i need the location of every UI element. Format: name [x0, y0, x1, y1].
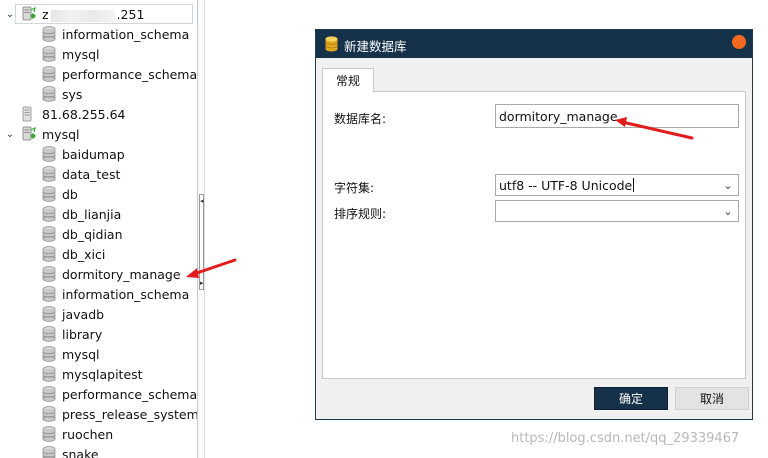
tree-db-db-xici[interactable]: db_xici — [0, 244, 197, 264]
annotation-arrow-tree — [186, 258, 237, 278]
database-icon — [42, 266, 56, 282]
tree-item-label: sys — [62, 87, 83, 102]
redacted-text — [50, 9, 115, 22]
tree-db-db[interactable]: db — [0, 184, 197, 204]
tree-item-label: press_release_system — [62, 407, 197, 422]
tree-db-information-schema[interactable]: information_schema — [0, 284, 197, 304]
tree-db-javadb[interactable]: javadb — [0, 304, 197, 324]
tree-db-press-release-system[interactable]: press_release_system — [0, 404, 197, 424]
tree-item-label: mysql — [62, 47, 100, 62]
tree-item-label: mysql — [62, 347, 100, 362]
chevron-down-icon[interactable]: ⌄ — [722, 204, 734, 218]
connection-label-prefix: z — [42, 7, 49, 22]
close-button[interactable] — [732, 35, 746, 49]
database-icon — [42, 86, 56, 102]
tree-item-label: javadb — [62, 307, 105, 322]
database-icon — [42, 306, 56, 322]
tree-db-sys[interactable]: sys — [0, 84, 197, 104]
connection-tree: ⌄ z .251 information_schema mysql performance… — [0, 0, 197, 458]
chevron-down-icon[interactable]: ⌄ — [722, 178, 734, 192]
database-icon — [42, 146, 56, 162]
tree-db-performance-schema[interactable]: performance_schema — [0, 384, 197, 404]
database-icon — [42, 426, 56, 442]
chevron-down-icon[interactable]: ⌄ — [4, 128, 16, 140]
tree-connection-plain[interactable]: 81.68.255.64 — [0, 104, 197, 124]
cancel-button[interactable]: 取消 — [675, 387, 749, 410]
tab-general[interactable]: 常规 — [322, 68, 374, 92]
tree-db-performance-schema[interactable]: performance_schema — [0, 64, 197, 84]
database-icon — [42, 26, 56, 42]
tree-db-information-schema[interactable]: information_schema — [0, 24, 197, 44]
tree-item-label: snake — [62, 447, 99, 458]
charset-value: utf8 -- UTF-8 Unicode — [499, 177, 633, 193]
collapse-left-icon[interactable]: ◂ — [200, 197, 204, 205]
server-icon — [19, 106, 33, 122]
connection-label: 81.68.255.64 — [42, 107, 126, 122]
pane-splitter[interactable]: ◂ ▸ — [197, 0, 205, 458]
tree-item-label: db_lianjia — [62, 207, 122, 222]
chevron-down-icon[interactable]: ⌄ — [4, 8, 16, 20]
tree-item-label: performance_schema — [62, 387, 197, 402]
tree-db-mysql[interactable]: mysql — [0, 344, 197, 364]
tree-item-label: baidumap — [62, 147, 125, 162]
tree-db-mysql[interactable]: mysql — [0, 44, 197, 64]
tree-item-label: db_xici — [62, 247, 106, 262]
tree-item-label: db — [62, 187, 78, 202]
new-database-dialog: 新建数据库 常规 数据库名: dormitory_manage 字符集: utf… — [315, 29, 753, 420]
database-icon — [42, 346, 56, 362]
server-connected-icon — [21, 6, 36, 22]
tree-db-dormitory-manage[interactable]: dormitory_manage — [0, 264, 197, 284]
tree-item-label: mysqlapitest — [62, 367, 143, 382]
tree-item-label: ruochen — [62, 427, 114, 442]
database-icon — [42, 286, 56, 302]
charset-select[interactable]: utf8 -- UTF-8 Unicode ⌄ — [495, 174, 739, 196]
annotation-arrow-dialog — [615, 117, 694, 140]
database-icon — [42, 66, 56, 82]
server-connected-icon — [21, 126, 36, 142]
tree-db-db-qidian[interactable]: db_qidian — [0, 224, 197, 244]
dialog-title: 新建数据库 — [344, 39, 407, 54]
database-icon — [42, 166, 56, 182]
db-name-label: 数据库名: — [334, 112, 387, 126]
database-icon — [42, 246, 56, 262]
collation-select[interactable]: ⌄ — [495, 200, 739, 222]
ok-button[interactable]: 确定 — [594, 387, 668, 410]
tree-item-label: data_test — [62, 167, 121, 182]
database-icon — [42, 386, 56, 402]
connection-label-suffix: .251 — [116, 7, 145, 22]
tree-item-label: db_qidian — [62, 227, 123, 242]
tree-db-data-test[interactable]: data_test — [0, 164, 197, 184]
watermark: https://blog.csdn.net/qq_29339467 — [511, 431, 740, 446]
tree-db-baidumap[interactable]: baidumap — [0, 144, 197, 164]
tree-connection-251[interactable]: ⌄ z .251 — [0, 4, 197, 24]
tree-db-snake[interactable]: snake — [0, 444, 197, 458]
tree-item-label: library — [62, 327, 103, 342]
tree-item-label: information_schema — [62, 27, 190, 42]
tree-db-library[interactable]: library — [0, 324, 197, 344]
database-icon — [42, 406, 56, 422]
tree-db-db-lianjia[interactable]: db_lianjia — [0, 204, 197, 224]
tree-item-label: information_schema — [62, 287, 190, 302]
tree-db-ruochen[interactable]: ruochen — [0, 424, 197, 444]
connection-label: mysql — [42, 127, 80, 142]
connection-label: z .251 — [42, 7, 144, 22]
database-icon — [42, 226, 56, 242]
collation-label: 排序规则: — [334, 207, 387, 221]
text-caret — [633, 178, 635, 192]
database-icon — [42, 206, 56, 222]
database-icon — [325, 36, 338, 52]
database-icon — [42, 186, 56, 202]
tree-db-mysqlapitest[interactable]: mysqlapitest — [0, 364, 197, 384]
dialog-titlebar[interactable]: 新建数据库 — [316, 30, 752, 58]
database-icon — [42, 366, 56, 382]
tree-item-label: dormitory_manage — [62, 267, 181, 282]
database-icon — [42, 326, 56, 342]
tree-connection-mysql[interactable]: ⌄ mysql — [0, 124, 197, 144]
tree-item-label: performance_schema — [62, 67, 197, 82]
charset-label: 字符集: — [334, 181, 375, 195]
database-icon — [42, 446, 56, 458]
database-icon — [42, 46, 56, 62]
db-name-value: dormitory_manage — [499, 108, 618, 124]
